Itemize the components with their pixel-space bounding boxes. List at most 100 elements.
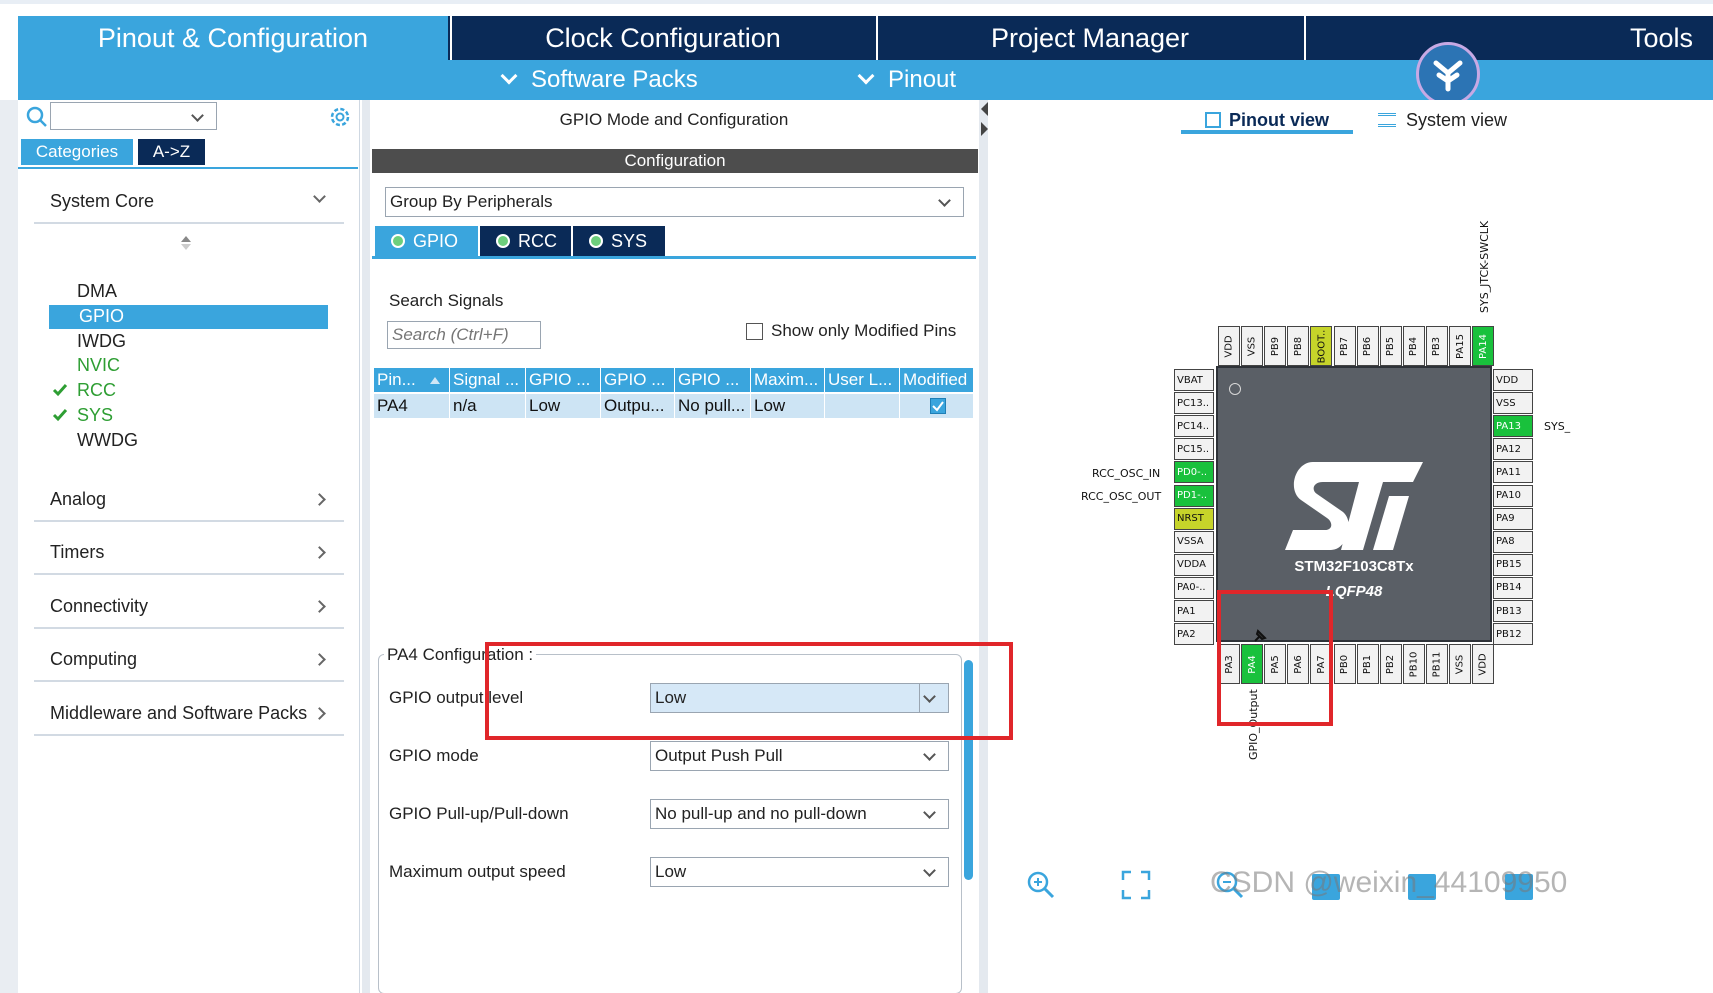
table-cell[interactable]: PA4: [374, 394, 450, 418]
pin-pa10[interactable]: PA10: [1493, 484, 1533, 507]
pin-pc13[interactable]: PC13..: [1174, 392, 1214, 415]
column-header-gpio-mode[interactable]: GPIO ...: [601, 368, 675, 392]
pin-pa11[interactable]: PA11: [1493, 461, 1533, 484]
gear-icon[interactable]: [328, 105, 352, 133]
tab-rcc[interactable]: RCC: [480, 226, 571, 256]
table-cell[interactable]: Outpu...: [601, 394, 675, 418]
pin-pb12[interactable]: PB12: [1493, 623, 1533, 646]
section-middleware[interactable]: Middleware and Software Packs: [34, 692, 344, 736]
collapse-left-icon[interactable]: [981, 102, 988, 116]
pin-pb3[interactable]: PB3: [1425, 326, 1448, 366]
section-connectivity[interactable]: Connectivity: [34, 585, 344, 629]
pin-vss[interactable]: VSS: [1493, 392, 1533, 415]
search-signals-input[interactable]: [387, 321, 541, 349]
category-search-input[interactable]: [50, 102, 217, 130]
pin-vdd[interactable]: VDD: [1218, 326, 1240, 366]
column-header-pin[interactable]: Pin...: [374, 368, 450, 392]
modified-checkbox[interactable]: [930, 398, 946, 414]
show-modified-checkbox[interactable]: [746, 323, 763, 340]
pin-pa1[interactable]: PA1: [1174, 600, 1214, 622]
sidebar-item-sys[interactable]: SYS: [77, 405, 113, 426]
pin-pc14[interactable]: PC14..: [1174, 415, 1214, 438]
pin-pa13[interactable]: PA13: [1493, 415, 1533, 438]
gpio-mode-select[interactable]: Output Push Pull: [650, 741, 949, 771]
sidebar-item-dma[interactable]: DMA: [77, 281, 117, 302]
fit-screen-icon[interactable]: [1121, 870, 1151, 904]
section-timers[interactable]: Timers: [34, 531, 344, 575]
sidebar-item-nvic[interactable]: NVIC: [77, 355, 120, 376]
pin-vdd[interactable]: VDD: [1493, 369, 1533, 391]
column-header-modified[interactable]: Modified: [900, 368, 974, 392]
categories-toggle[interactable]: Categories: [21, 139, 133, 165]
sidebar-item-gpio[interactable]: GPIO: [79, 306, 124, 327]
column-header-signal[interactable]: Signal ...: [450, 368, 526, 392]
pin-pa8[interactable]: PA8: [1493, 530, 1533, 553]
pin-pa12[interactable]: PA12: [1493, 438, 1533, 461]
pin-vdd[interactable]: VDD: [1472, 644, 1495, 684]
pin-pd1[interactable]: PD1-..: [1174, 484, 1214, 507]
section-system-core[interactable]: System Core: [34, 180, 344, 224]
tab-sys[interactable]: SYS: [573, 226, 665, 256]
pin-pa9[interactable]: PA9: [1493, 507, 1533, 530]
column-header-gpio-pull[interactable]: GPIO ...: [675, 368, 751, 392]
pin-pb8[interactable]: PB8: [1287, 326, 1310, 366]
sidebar-item-iwdg[interactable]: IWDG: [77, 331, 126, 352]
pin-pa0[interactable]: PA0-..: [1174, 576, 1214, 599]
column-header-max-speed[interactable]: Maxim...: [751, 368, 825, 392]
pin-pb5[interactable]: PB5: [1379, 326, 1402, 366]
pin-pb6[interactable]: PB6: [1356, 326, 1379, 366]
pin-pa14[interactable]: PA14: [1472, 326, 1495, 366]
panel-splitter[interactable]: [979, 100, 988, 993]
zoom-in-icon[interactable]: [1026, 870, 1056, 904]
table-cell[interactable]: n/a: [450, 394, 526, 418]
pin-pb9[interactable]: PB9: [1264, 326, 1287, 366]
pin-pb0[interactable]: PB0: [1333, 644, 1356, 684]
section-computing[interactable]: Computing: [34, 638, 344, 682]
tab-tools[interactable]: Tools: [1304, 16, 1713, 60]
pin-pb7[interactable]: PB7: [1333, 326, 1356, 366]
column-header-user-label[interactable]: User L...: [825, 368, 900, 392]
pin-pb13[interactable]: PB13: [1493, 600, 1533, 622]
gpio-pull-select[interactable]: No pull-up and no pull-down: [650, 799, 949, 829]
table-cell-modified[interactable]: [900, 394, 974, 418]
software-packs-menu[interactable]: Software Packs: [500, 62, 698, 98]
pin-boot[interactable]: BOOT..: [1310, 326, 1333, 366]
table-cell[interactable]: [825, 394, 900, 418]
pin-pa15[interactable]: PA15: [1449, 326, 1471, 366]
pin-pb2[interactable]: PB2: [1379, 644, 1402, 684]
sidebar-item-wwdg[interactable]: WWDG: [77, 430, 138, 451]
pin-vssa[interactable]: VSSA: [1174, 530, 1214, 553]
search-icon[interactable]: [26, 106, 48, 132]
section-analog[interactable]: Analog: [34, 478, 344, 522]
table-cell[interactable]: Low: [751, 394, 825, 418]
group-by-select[interactable]: Group By Peripherals: [385, 187, 964, 217]
tab-clock-configuration[interactable]: Clock Configuration: [450, 16, 874, 60]
system-view-tab[interactable]: System view: [1378, 106, 1518, 134]
pin-pb15[interactable]: PB15: [1493, 553, 1533, 576]
tab-pinout-configuration[interactable]: Pinout & Configuration: [18, 16, 448, 60]
table-cell[interactable]: No pull...: [675, 394, 751, 418]
pin-pb11[interactable]: PB11: [1425, 644, 1448, 684]
tab-project-manager[interactable]: Project Manager: [876, 16, 1302, 60]
pin-pb1[interactable]: PB1: [1356, 644, 1379, 684]
max-speed-select[interactable]: Low: [650, 857, 949, 887]
pin-vbat[interactable]: VBAT: [1174, 369, 1214, 391]
sort-up-icon[interactable]: [181, 236, 191, 242]
pin-vss[interactable]: VSS: [1449, 644, 1471, 684]
pin-pb14[interactable]: PB14: [1493, 576, 1533, 599]
cube-logo-icon[interactable]: [1416, 42, 1480, 106]
az-toggle[interactable]: A->Z: [138, 139, 205, 165]
expand-right-icon[interactable]: [981, 122, 988, 136]
pin-nrst[interactable]: NRST: [1174, 507, 1214, 530]
table-cell[interactable]: Low: [526, 394, 601, 418]
pin-pd0[interactable]: PD0-..: [1174, 461, 1214, 484]
pin-pb10[interactable]: PB10: [1402, 644, 1425, 684]
column-header-gpio-level[interactable]: GPIO ...: [526, 368, 601, 392]
pin-pc15[interactable]: PC15..: [1174, 438, 1214, 461]
pin-vss[interactable]: VSS: [1241, 326, 1264, 366]
pin-pb4[interactable]: PB4: [1402, 326, 1425, 366]
pin-vdda[interactable]: VDDA: [1174, 553, 1214, 576]
pin-pa2[interactable]: PA2: [1174, 623, 1214, 646]
sidebar-item-rcc[interactable]: RCC: [77, 380, 116, 401]
pinout-menu[interactable]: Pinout: [857, 62, 956, 98]
